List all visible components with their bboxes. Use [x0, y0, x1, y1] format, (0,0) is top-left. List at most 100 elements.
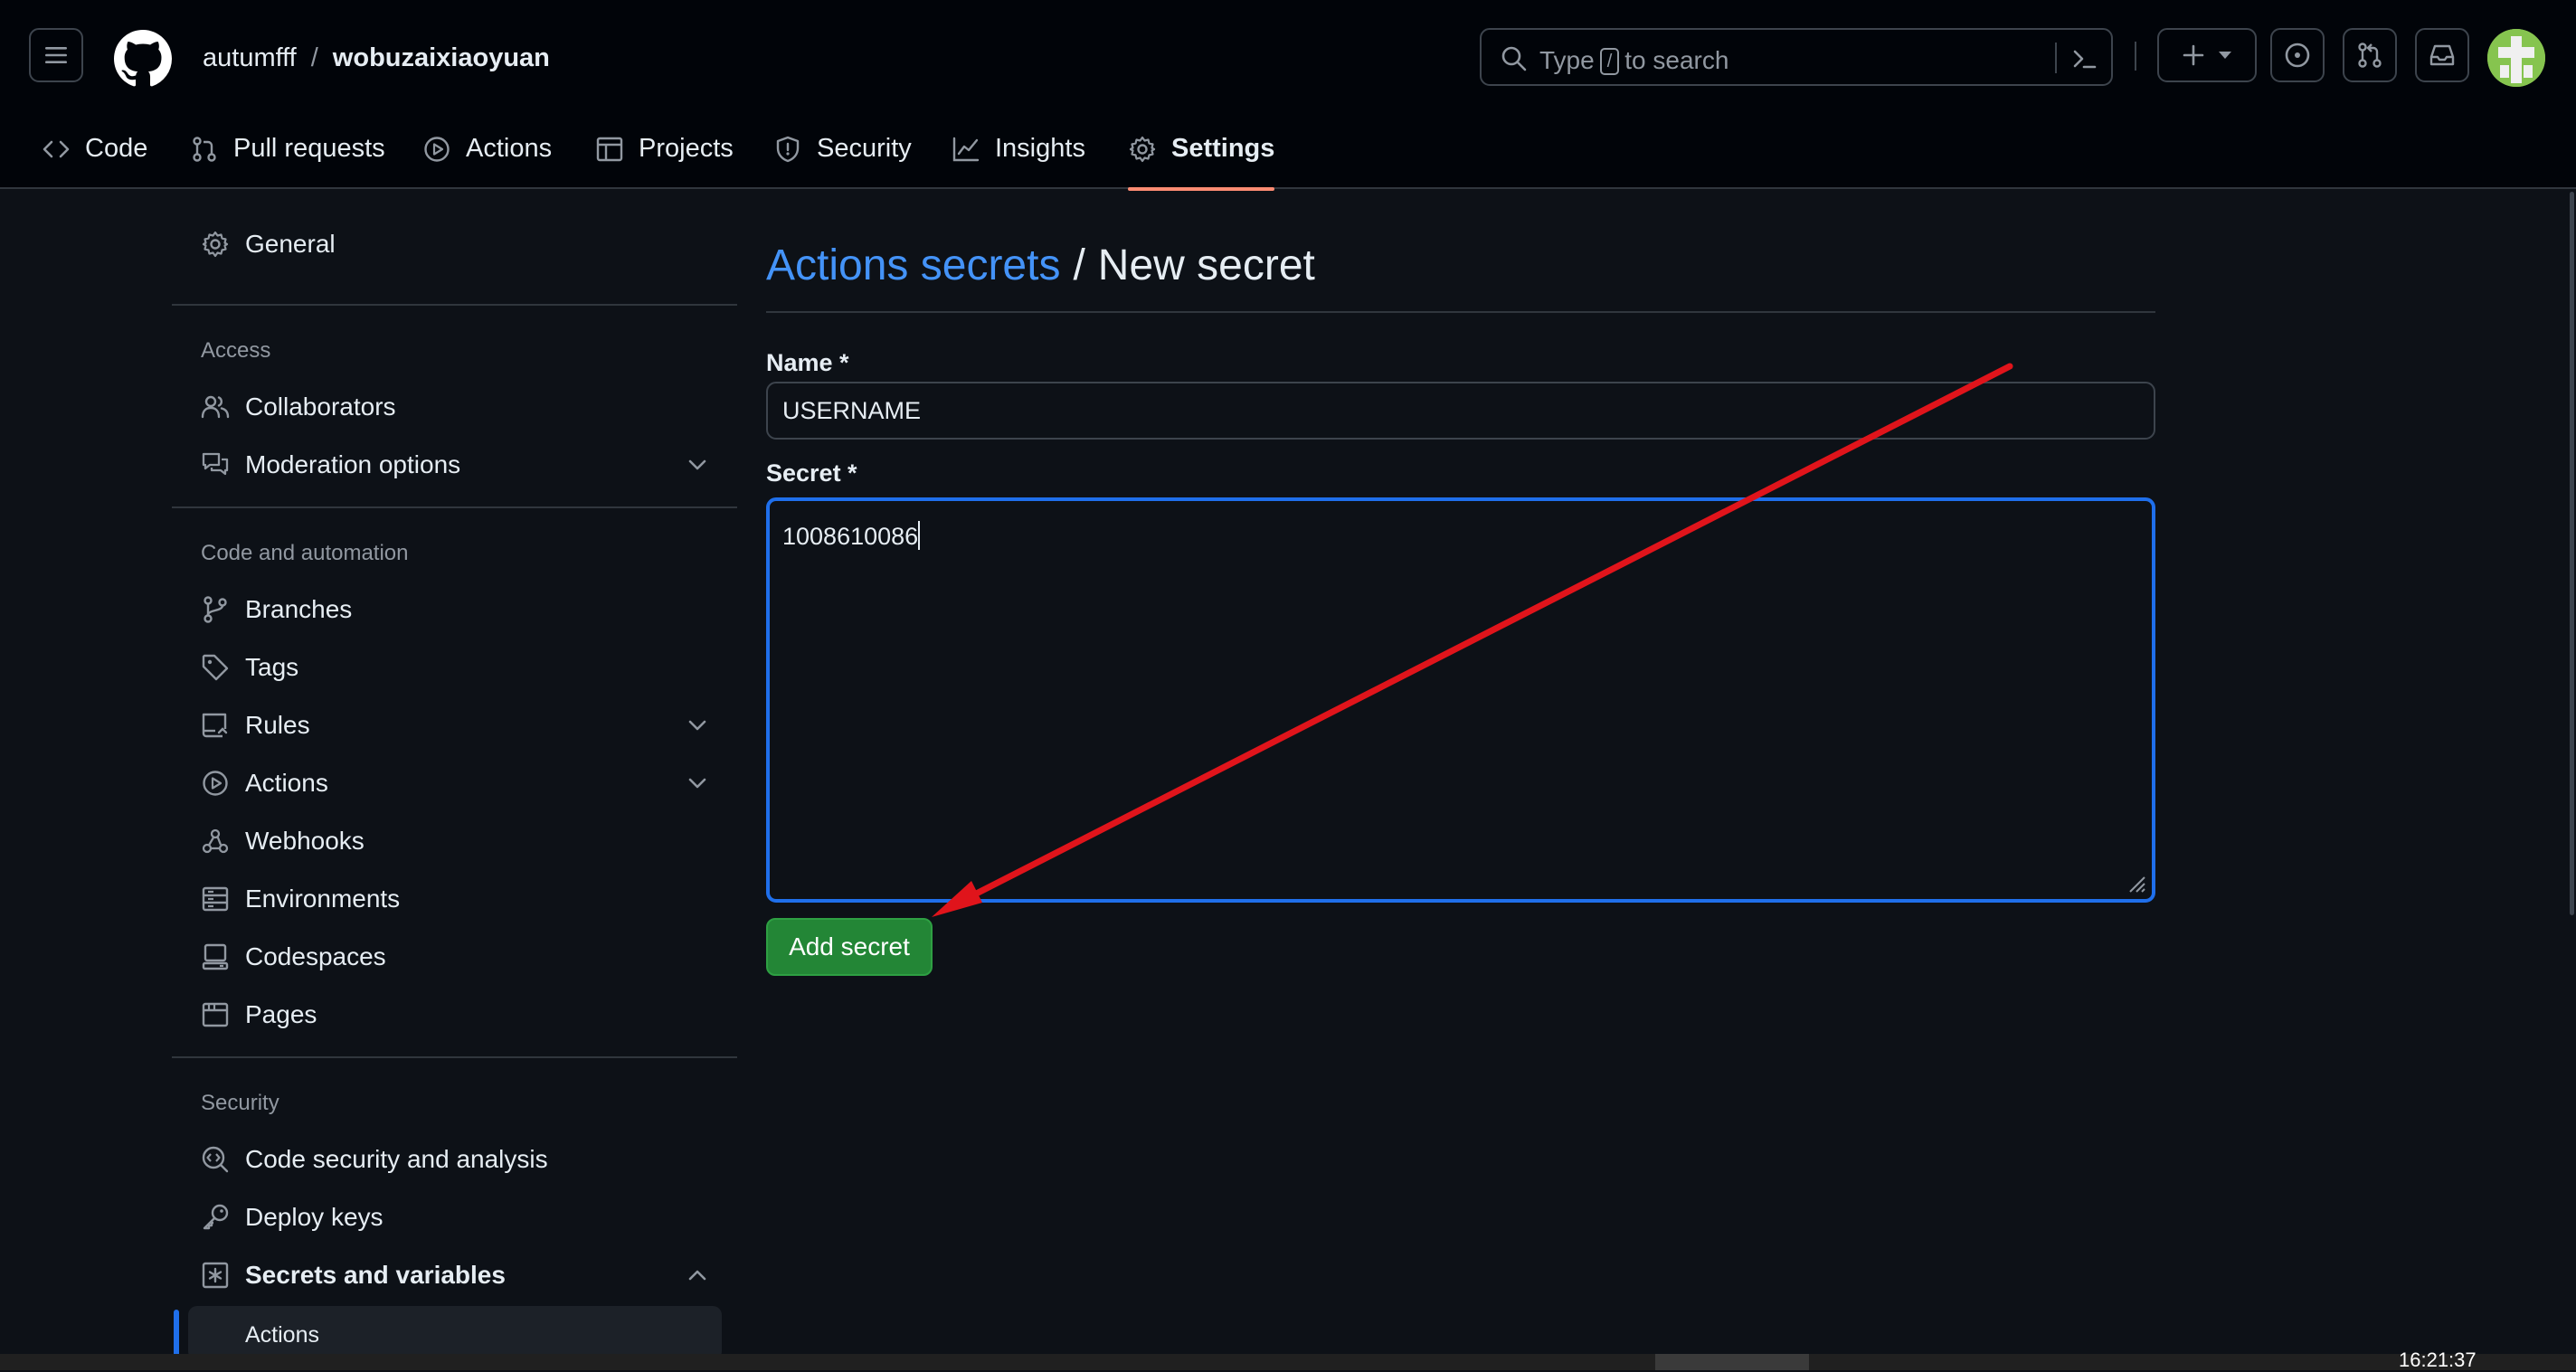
- sidebar-item-environments[interactable]: Environments: [172, 872, 737, 926]
- command-palette-icon[interactable]: [2068, 43, 2100, 75]
- comment-discussion-icon: [202, 452, 229, 476]
- sidebar-item-label: General: [245, 230, 336, 258]
- sidebar-item-label: Rules: [245, 711, 310, 739]
- search-input[interactable]: Type / to search: [1480, 28, 2113, 86]
- owner-link[interactable]: autumfff: [203, 43, 297, 72]
- git-pull-request-icon: [193, 136, 216, 162]
- name-label: Name *: [766, 349, 849, 376]
- sidebar-item-webhooks[interactable]: Webhooks: [172, 814, 737, 868]
- tab-settings[interactable]: Settings: [1128, 109, 1275, 191]
- plus-icon: [2183, 44, 2204, 66]
- caret-down-icon: [2219, 52, 2231, 59]
- key-icon: [203, 1204, 229, 1230]
- breadcrumb-current: New secret: [1097, 241, 1315, 289]
- tab-insights[interactable]: Insights: [952, 109, 1085, 189]
- inbox-button[interactable]: [2415, 28, 2469, 82]
- sidebar-item-general[interactable]: General: [172, 217, 737, 271]
- gear-icon: [202, 231, 229, 258]
- codespaces-icon: [202, 943, 229, 970]
- menu-button[interactable]: [29, 28, 83, 82]
- search-divider: [2055, 43, 2057, 73]
- os-taskbar: 16:21:37: [0, 1348, 2576, 1371]
- tab-pull-requests[interactable]: Pull requests: [190, 109, 385, 189]
- taskbar-clock: 16:21:37: [2399, 1348, 2477, 1371]
- sidebar-item-label: Webhooks: [245, 827, 365, 855]
- sidebar-item-actions[interactable]: Actions: [172, 756, 737, 810]
- create-new-button[interactable]: [2157, 28, 2257, 82]
- add-secret-button[interactable]: Add secret: [766, 918, 933, 976]
- webhook-icon: [202, 828, 229, 854]
- repo-push-icon: [202, 713, 228, 738]
- sidebar-item-tags[interactable]: Tags: [172, 640, 737, 695]
- git-pull-request-icon: [2358, 43, 2382, 68]
- gear-icon: [1129, 136, 1156, 162]
- sidebar-divider: [172, 304, 737, 306]
- search-placeholder: Type / to search: [1539, 46, 1728, 75]
- issues-button[interactable]: [2270, 28, 2325, 82]
- secret-label: Secret *: [766, 459, 857, 487]
- tab-label: Pull requests: [233, 134, 385, 163]
- scrollbar-thumb[interactable]: [2570, 192, 2574, 915]
- graph-icon: [952, 137, 980, 161]
- sidebar-item-collaborators[interactable]: Collaborators: [172, 380, 737, 434]
- taskbar-active-app[interactable]: [1655, 1354, 1809, 1370]
- search-icon: [1501, 46, 1527, 71]
- sidebar-item-label: Environments: [245, 885, 401, 913]
- sidebar-heading-code-automation: Code and automation: [201, 541, 409, 565]
- user-avatar[interactable]: [2487, 29, 2545, 87]
- search-suffix: to search: [1624, 46, 1729, 74]
- code-icon: [43, 140, 70, 157]
- secret-value-textarea[interactable]: 1008610086: [766, 497, 2155, 903]
- sidebar-divider: [172, 1056, 737, 1058]
- chevron-down-icon: [688, 778, 706, 789]
- sidebar-item-rules[interactable]: Rules: [172, 698, 737, 752]
- server-icon: [202, 886, 229, 912]
- avatar-identicon-icon: [2487, 29, 2545, 87]
- breadcrumb-separator: /: [1073, 241, 1085, 289]
- key-asterisk-icon: [202, 1262, 229, 1289]
- sidebar-item-pages[interactable]: Pages: [172, 988, 737, 1042]
- sidebar-heading-security: Security: [201, 1091, 279, 1115]
- sidebar-item-label: Secrets and variables: [245, 1261, 506, 1289]
- sidebar-divider: [172, 506, 737, 508]
- sidebar-item-moderation-options[interactable]: Moderation options: [172, 438, 737, 492]
- title-divider: [766, 311, 2155, 313]
- play-circle-icon: [424, 136, 450, 162]
- tab-actions[interactable]: Actions: [422, 109, 552, 189]
- sidebar-item-secrets-and-variables[interactable]: Secrets and variables: [172, 1248, 737, 1302]
- sidebar-item-code-security[interactable]: Code security and analysis: [172, 1132, 737, 1187]
- sidebar-item-label: Pages: [245, 1000, 317, 1028]
- sidebar-item-label: Moderation options: [245, 450, 461, 478]
- codescan-icon: [202, 1146, 229, 1173]
- sidebar-item-label: Collaborators: [245, 393, 396, 421]
- inbox-icon: [2429, 44, 2455, 66]
- sidebar-item-codespaces[interactable]: Codespaces: [172, 930, 737, 984]
- sidebar-subitem-actions[interactable]: Actions: [188, 1306, 722, 1360]
- sidebar-item-branches[interactable]: Branches: [172, 582, 737, 637]
- chevron-down-icon: [688, 720, 706, 731]
- secret-name-field[interactable]: USERNAME: [766, 382, 2155, 440]
- chevron-up-icon: [688, 1270, 706, 1281]
- path-separator: /: [310, 43, 318, 72]
- slash-key-hint: /: [1599, 48, 1620, 75]
- text-cursor: [918, 521, 921, 550]
- people-icon: [201, 395, 230, 419]
- pull-requests-button[interactable]: [2343, 28, 2397, 82]
- breadcrumb-actions-secrets-link[interactable]: Actions secrets: [766, 241, 1060, 289]
- tab-label: Actions: [466, 134, 553, 163]
- tab-code[interactable]: Code: [42, 109, 147, 189]
- hamburger-icon: [45, 47, 67, 63]
- sidebar-item-deploy-keys[interactable]: Deploy keys: [172, 1190, 737, 1244]
- issue-opened-icon: [2285, 43, 2310, 68]
- repo-link[interactable]: wobuzaixiaoyuan: [333, 43, 550, 72]
- play-circle-icon: [203, 771, 228, 796]
- global-header: autumfff / wobuzaixiaoyuan Type / to search: [0, 0, 2576, 191]
- git-branch-icon: [204, 596, 227, 623]
- resize-handle-icon[interactable]: [2126, 874, 2146, 894]
- chevron-down-icon: [688, 459, 706, 470]
- github-logo-icon[interactable]: [114, 30, 172, 88]
- sidebar-item-label: Codespaces: [245, 942, 386, 970]
- tag-icon: [202, 654, 229, 681]
- tab-security[interactable]: Security: [773, 109, 912, 189]
- tab-projects[interactable]: Projects: [595, 109, 734, 189]
